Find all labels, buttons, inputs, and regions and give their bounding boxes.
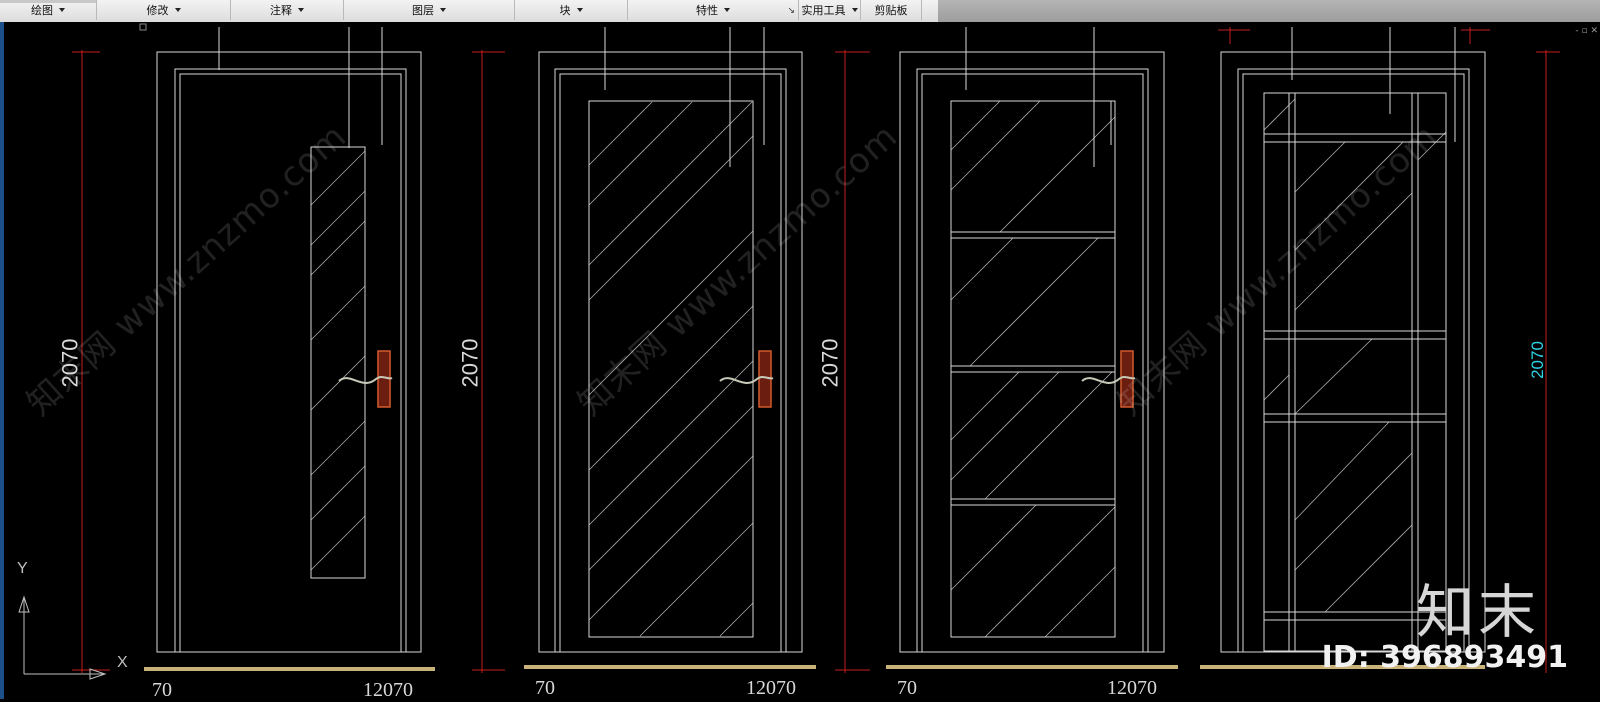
brand-id-label: ID: 396893491 (1321, 640, 1568, 675)
brand-logo: 知末 (1415, 578, 1540, 646)
ucs-y-label: Y (17, 560, 28, 577)
dimension-label: 2070 (57, 338, 83, 388)
floor-lines (144, 665, 1485, 671)
door-glass-panel-divided (950, 100, 1116, 638)
bottom-label-right: 12070 (1107, 677, 1157, 699)
viewport-controls[interactable]: - ▫ ✕ (1575, 26, 1598, 36)
dimension-label: 2070 (1527, 341, 1547, 379)
dimension-label: 2070 (817, 338, 843, 388)
ucs-axes (18, 595, 107, 680)
door-slot-window (310, 146, 366, 579)
bottom-label-left: 70 (535, 677, 555, 699)
dimension-lines (72, 27, 1560, 673)
cad-drawing (18, 23, 1560, 680)
bottom-label-left: 70 (897, 677, 917, 699)
bottom-label-right: 12070 (746, 677, 796, 699)
ucs-x-label: X (117, 654, 128, 671)
dimension-label: 2070 (457, 338, 483, 388)
